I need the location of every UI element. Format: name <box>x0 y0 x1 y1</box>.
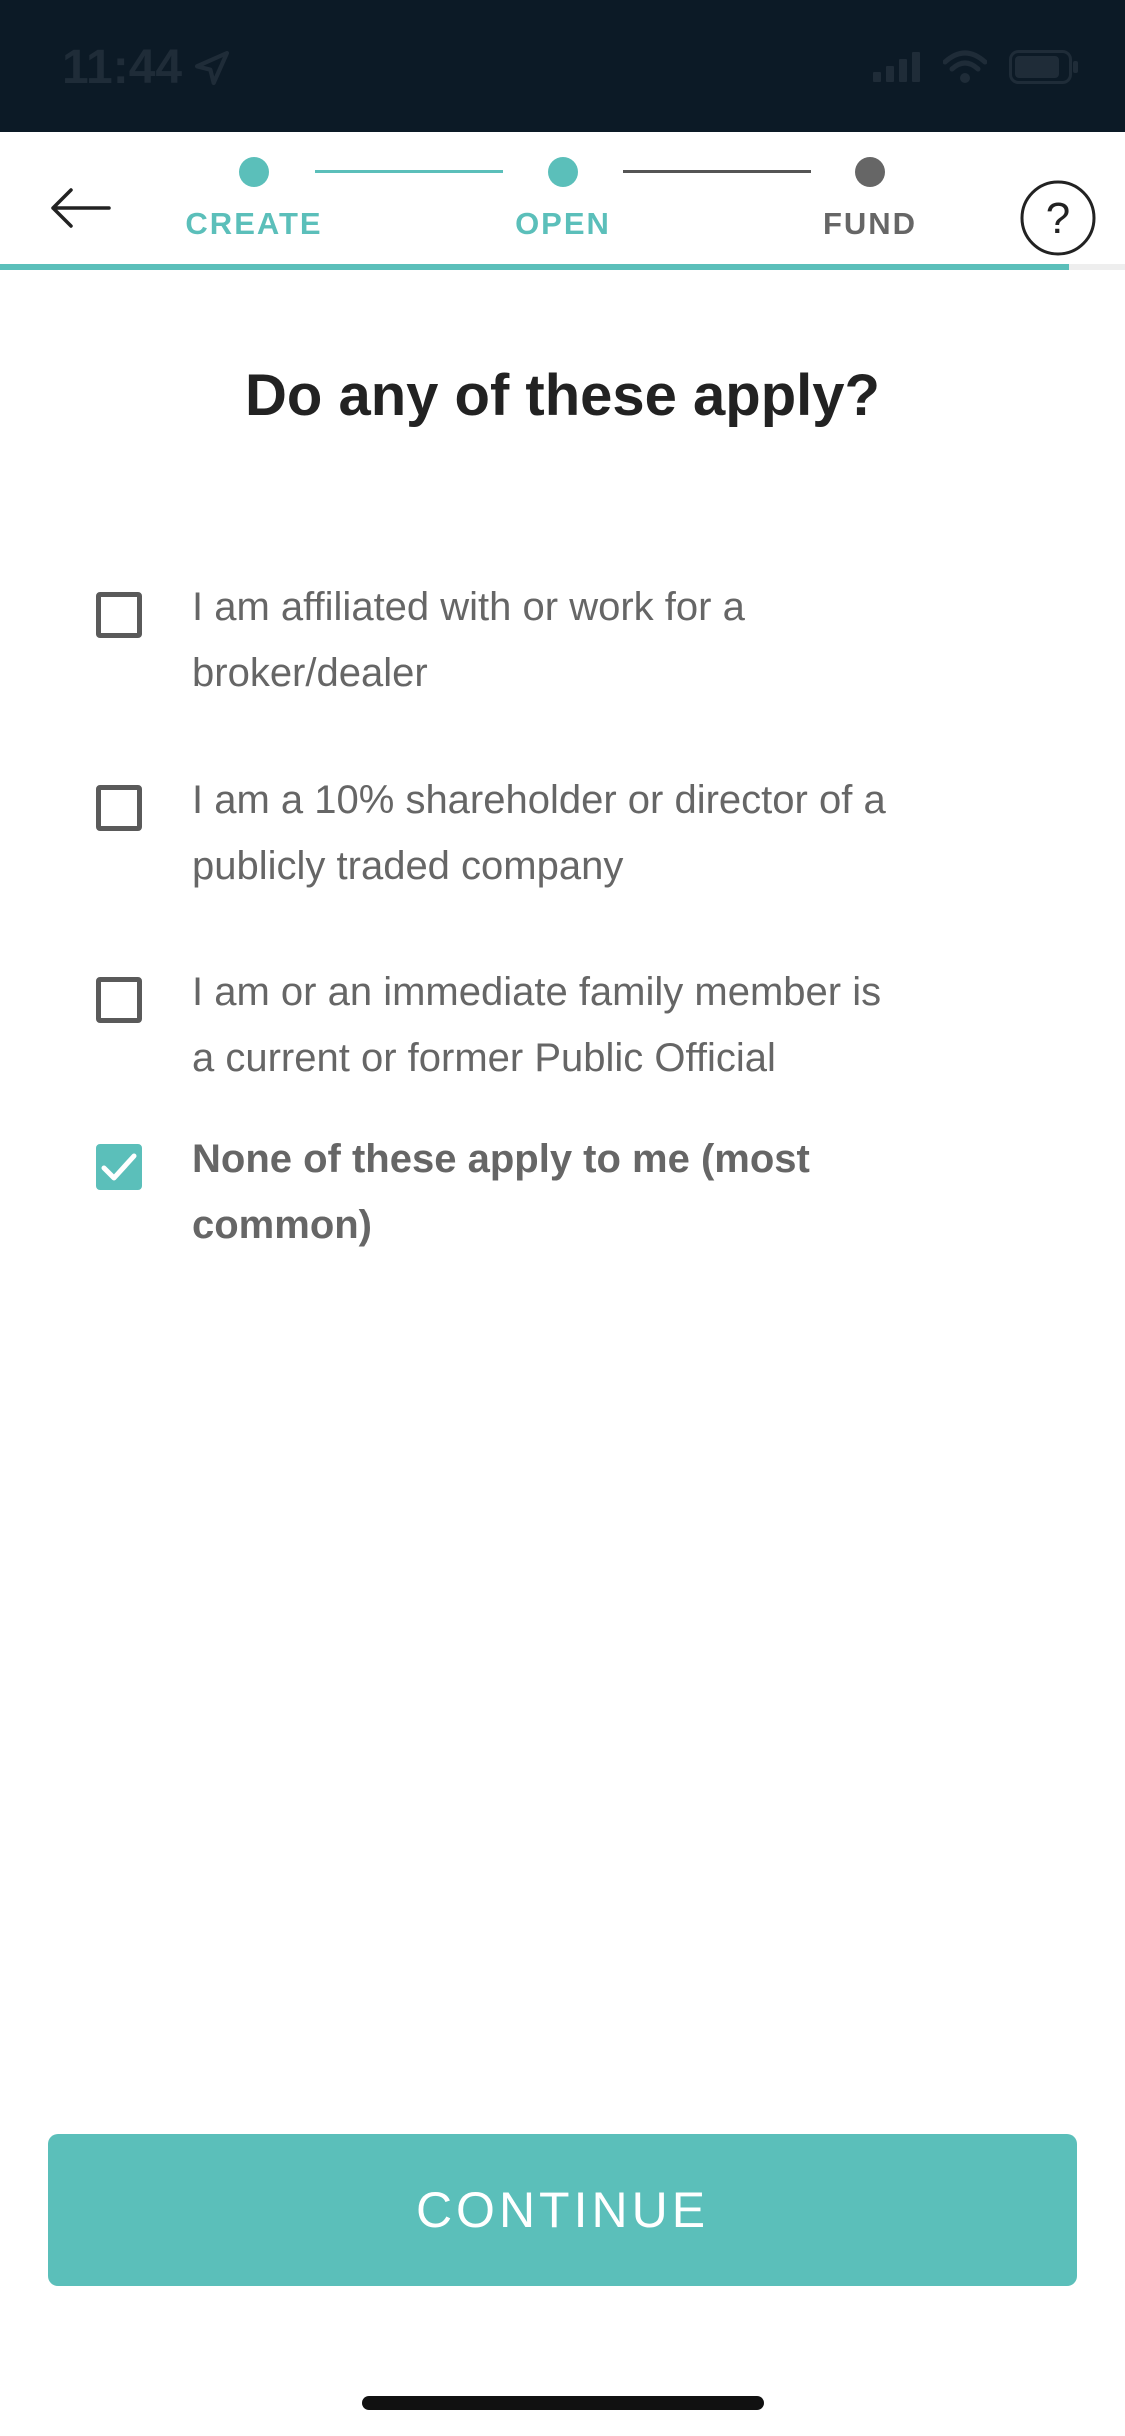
checkbox-checked[interactable] <box>96 1144 142 1190</box>
step-label-open: OPEN <box>515 206 611 241</box>
help-icon: ? <box>1020 180 1096 256</box>
checkbox[interactable] <box>96 592 142 638</box>
option-none-apply[interactable]: None of these apply to me (most common) <box>96 1126 996 1258</box>
option-label: I am or an immediate family member is a … <box>192 970 882 1080</box>
step-label-fund: FUND <box>822 206 918 241</box>
header-nav: CREATE OPEN FUND ? <box>0 132 1125 272</box>
step-connector-create-open <box>315 170 503 173</box>
progress-bar <box>0 264 1125 270</box>
checkbox[interactable] <box>96 977 142 1023</box>
step-label-create: CREATE <box>185 206 323 241</box>
svg-text:?: ? <box>1046 194 1070 243</box>
option-label: I am a 10% shareholder or director of a … <box>192 778 886 888</box>
back-button[interactable] <box>40 168 120 248</box>
status-time: 11:44 <box>62 40 232 95</box>
help-button[interactable]: ? <box>1003 163 1113 273</box>
page-title: Do any of these apply? <box>245 363 880 428</box>
step-dot-fund <box>855 157 885 187</box>
step-dot-open <box>548 157 578 187</box>
continue-button-label: CONTINUE <box>415 2182 710 2238</box>
step-dot-create <box>239 157 269 187</box>
option-public-official[interactable]: I am or an immediate family member is a … <box>96 959 996 1091</box>
checkbox[interactable] <box>96 785 142 831</box>
checkmark-icon <box>101 1153 137 1181</box>
step-connector-open-fund <box>623 170 811 173</box>
option-shareholder-director[interactable]: I am a 10% shareholder or director of a … <box>96 767 996 899</box>
status-bar: 11:44 <box>0 0 1125 132</box>
option-broker-dealer[interactable]: I am affiliated with or work for a broke… <box>96 574 996 706</box>
back-arrow-icon <box>51 188 111 228</box>
wifi-icon <box>943 50 987 83</box>
location-arrow-icon <box>195 50 230 85</box>
home-indicator[interactable] <box>362 2396 764 2410</box>
clock-text: 11:44 <box>62 41 183 94</box>
battery-icon <box>1009 50 1078 84</box>
status-indicators <box>873 50 1079 84</box>
cellular-signal-icon <box>873 52 920 82</box>
continue-button[interactable]: CONTINUE <box>48 2134 1077 2286</box>
option-label: I am affiliated with or work for a broke… <box>192 585 745 695</box>
option-label: None of these apply to me (most common) <box>192 1137 810 1247</box>
progress-bar-fill <box>0 264 1069 270</box>
